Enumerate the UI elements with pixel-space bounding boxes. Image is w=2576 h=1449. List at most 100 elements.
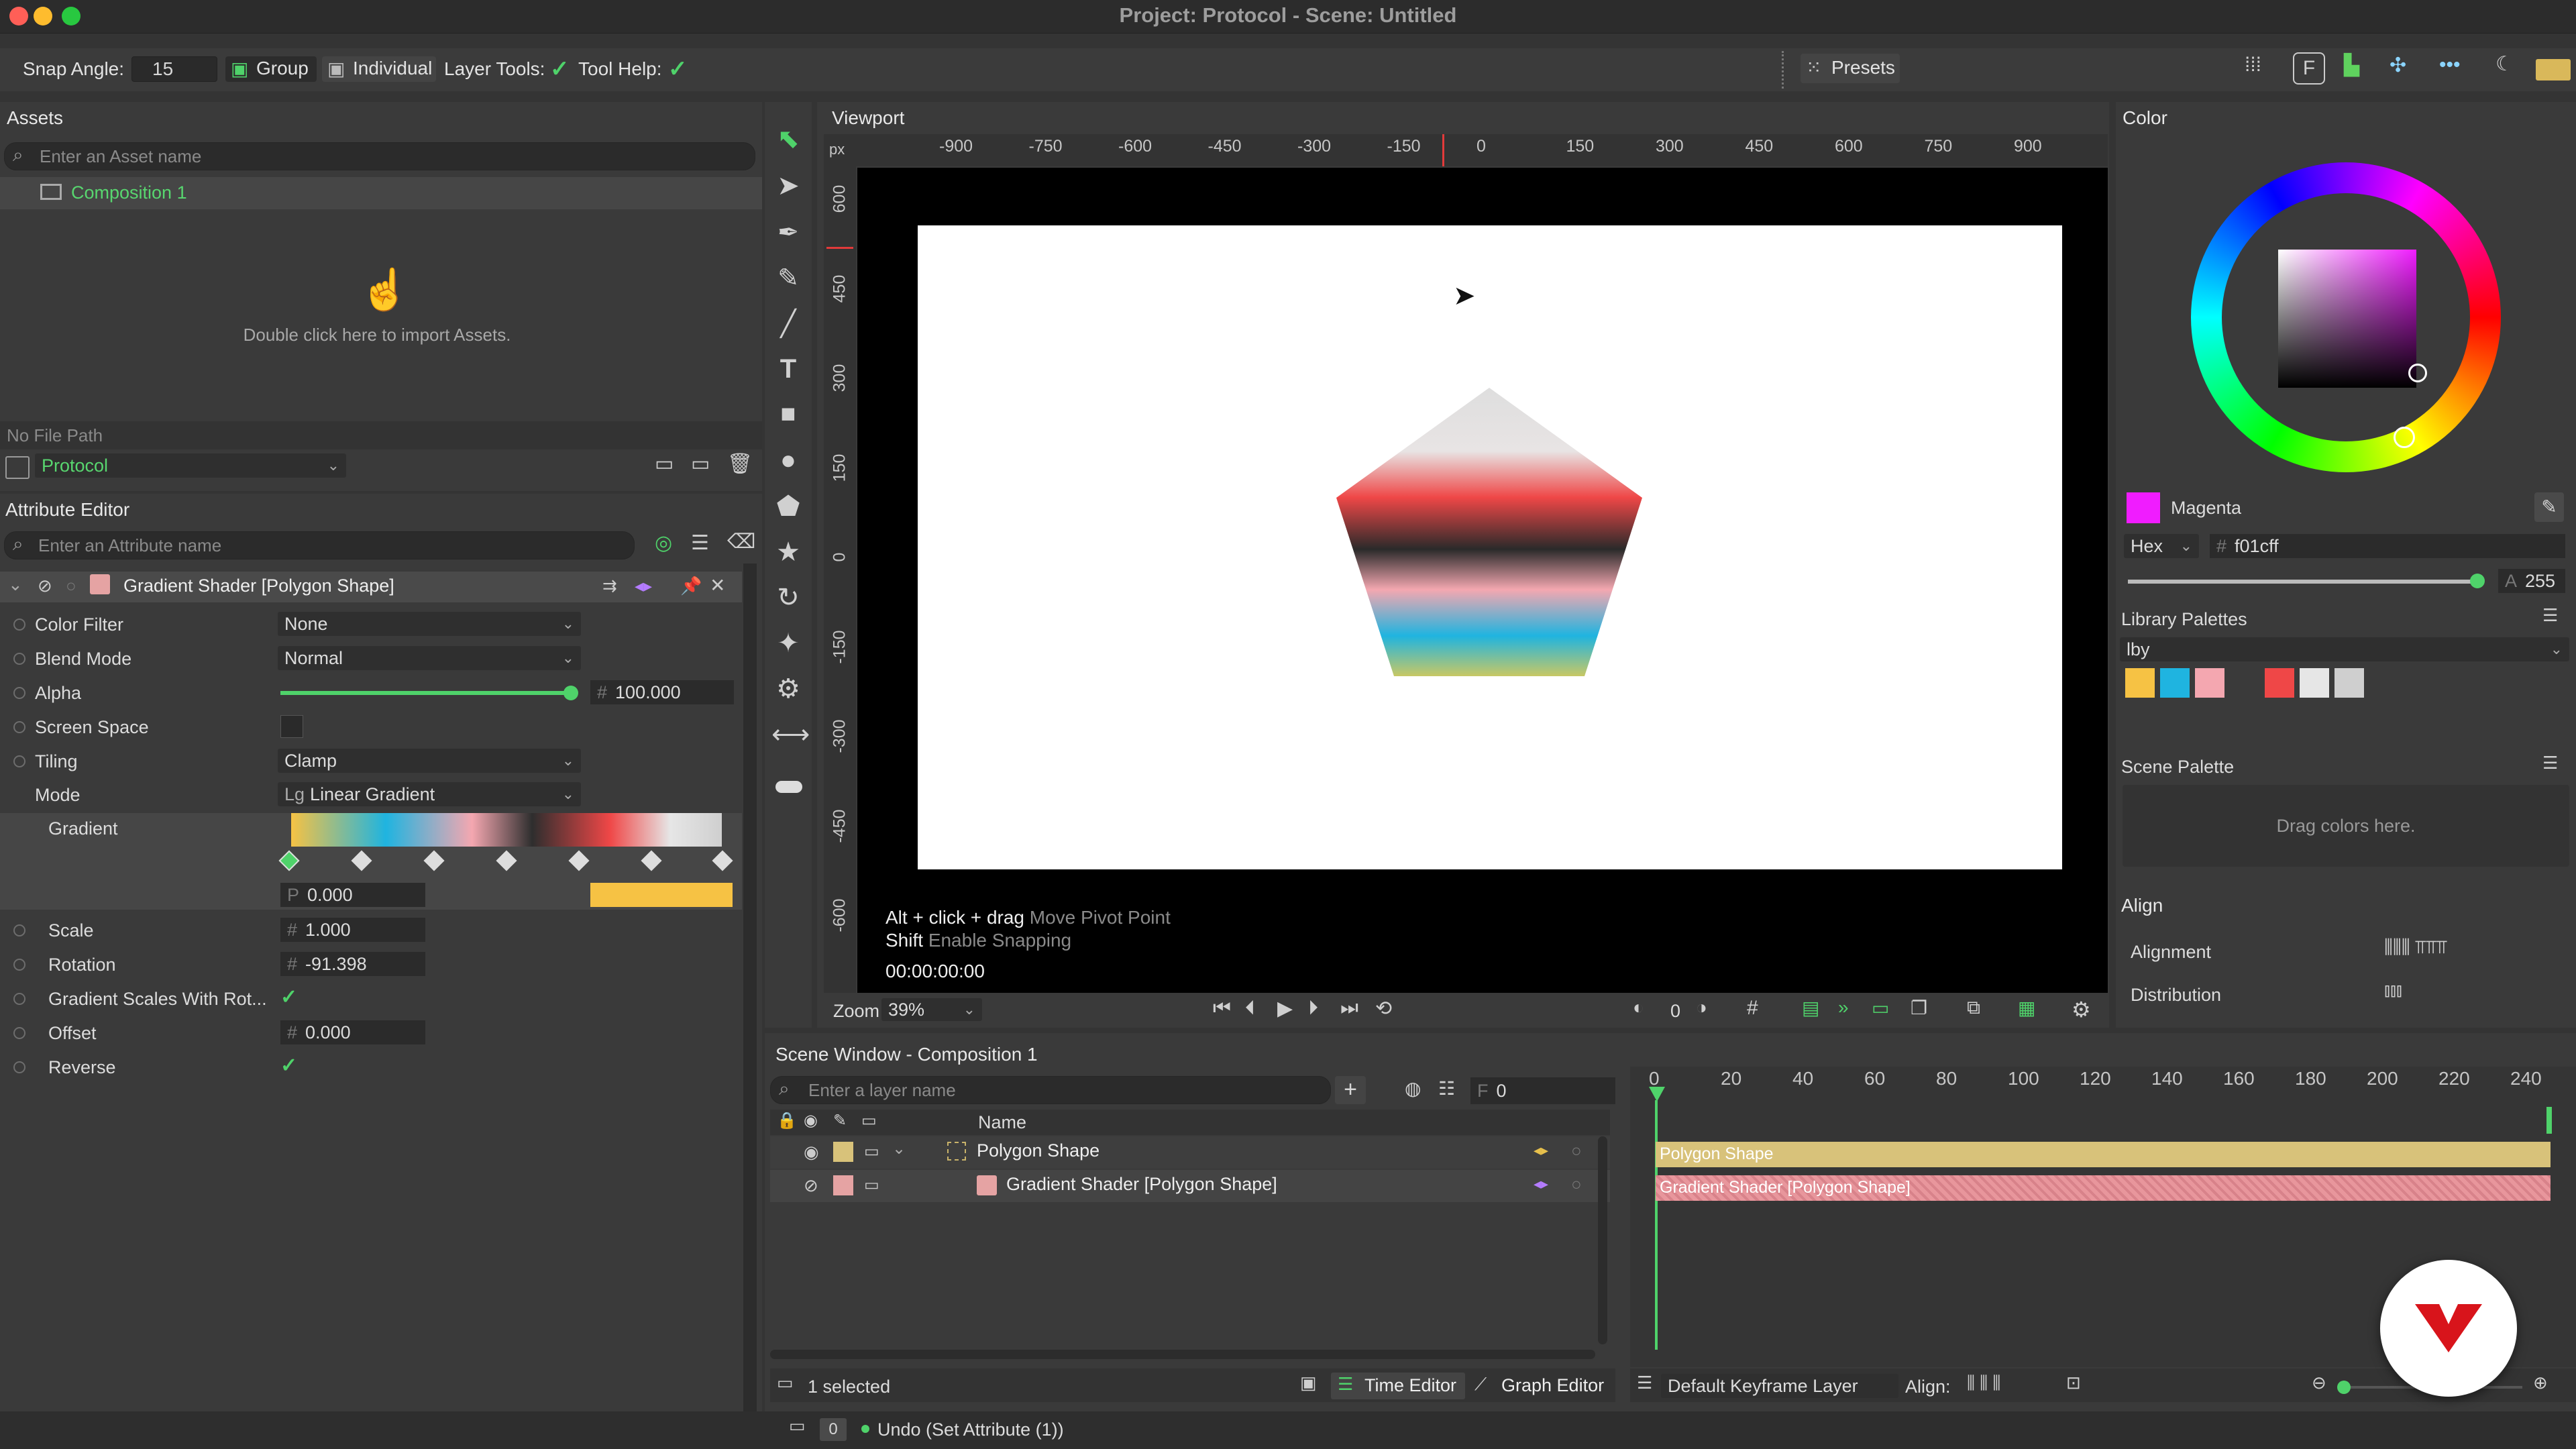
pen-icon[interactable]: ✎ [833,1111,847,1130]
pen-tool-icon[interactable]: ✒ [771,217,805,248]
color-alpha-handle[interactable] [2470,574,2485,588]
solo-icon[interactable]: ○ [1571,1174,1582,1195]
alpha-input[interactable]: #100.000 [590,680,734,704]
rectangle-tool-icon[interactable]: ■ [771,400,805,429]
gradient-stop-handle[interactable] [278,850,300,871]
rotation-input[interactable]: # -91.398 [280,952,425,976]
gradient-stop-handle[interactable] [641,850,662,871]
step-forward-icon[interactable]: ⏵ [1308,997,1318,1020]
alpha-slider-handle[interactable] [564,686,578,700]
zoom-in-icon[interactable]: ⊕ [2533,1373,2548,1393]
step-back-icon[interactable]: ⏴ [1245,997,1255,1020]
onion-skin-icon[interactable]: ◑ [1696,997,1707,1018]
skip-start-icon[interactable]: ⏮ [1213,997,1231,1020]
clear-icon[interactable]: ⌫ [727,530,755,553]
connect-icon[interactable]: ⇉ [602,576,617,596]
capsule-tool-icon[interactable] [775,781,802,793]
fast-forward-icon[interactable]: » [1838,997,1849,1018]
time-editor-tab[interactable]: ☰ Time Editor [1331,1373,1465,1399]
polygon-tool-icon[interactable]: ⬟ [771,491,805,522]
tag-icon[interactable]: ▭ [861,1111,877,1130]
grid-dots-icon[interactable]: ⁞⁞⁞ [2245,54,2261,76]
presets-button[interactable]: ⁙ Presets [1801,54,1900,83]
layer-tools-checkbox[interactable]: ✓ [550,58,570,80]
tool-help-checkbox[interactable]: ✓ [668,58,688,80]
keyframe-dot[interactable] [13,993,25,1005]
trash-icon[interactable]: 🗑 [727,452,753,476]
align-buttons-icon[interactable]: ⫼⫼⫼ ⫪⫪⫪ [2384,936,2447,959]
mode-select[interactable]: Lg Linear Gradient ⌄ [278,782,581,806]
library-swatch[interactable] [2160,668,2190,698]
gradient-stop-handle[interactable] [496,850,517,871]
loop-icon[interactable]: ⟲ [1375,997,1392,1020]
safe-frame-icon[interactable]: ▭ [1872,997,1889,1019]
graph-editor-tab[interactable]: ⟋ Graph Editor [1469,1373,1614,1399]
asset-list-item[interactable]: Composition 1 [0,177,762,209]
align-left-icon[interactable]: ▙ [2344,54,2359,77]
direct-select-tool-icon[interactable]: ➤ [771,170,805,201]
resize-tool-icon[interactable]: ⟷ [771,719,810,750]
pencil-tool-icon[interactable]: ✎ [771,263,805,293]
library-swatch[interactable] [2195,668,2224,698]
play-icon[interactable]: ▶ [1277,997,1293,1020]
distribute-icon[interactable]: ✣ [2390,54,2406,77]
library-select[interactable]: lby ⌄ [2120,637,2569,661]
visibility-icon[interactable]: ⊘ [38,576,52,596]
asset-search-input[interactable]: ⌕ Enter an Asset name [4,142,755,170]
group-toggle[interactable]: ▣ Group [225,56,317,82]
menu-icon[interactable]: ☰ [2542,605,2558,626]
gradient-position-input[interactable]: P 0.000 [280,883,425,907]
gear-tool-icon[interactable]: ⚙ [771,674,805,704]
keyframe-dot[interactable] [13,924,25,936]
snap-angle-input[interactable]: 15 [131,56,217,82]
select-tool-icon[interactable]: ⬉ [771,123,805,154]
visibility-icon[interactable]: ⊘ [804,1175,818,1196]
eyedropper-icon[interactable]: ✎ [2534,492,2564,522]
keyframe-nav-icon[interactable]: ◂▸ [1534,1142,1548,1159]
locate-icon[interactable]: ◎ [655,531,672,555]
offset-input[interactable]: #0.000 [280,1020,425,1044]
keyframe-dot[interactable] [13,619,25,631]
layer-row[interactable]: ◉ ▭ ⌄ Polygon Shape ◂▸ ○ [770,1136,1610,1169]
screen-space-checkbox[interactable] [280,715,303,738]
keyframe-dot[interactable] [13,755,25,767]
gradient-stop-handle[interactable] [712,850,733,871]
gradient-stop-handle[interactable] [423,850,445,871]
scale-input[interactable]: #1.000 [280,918,425,942]
layer-color-tag[interactable] [833,1142,853,1162]
solo-icon[interactable]: ○ [66,576,76,596]
layer-color-tag[interactable] [833,1175,853,1195]
gradient-ramp[interactable] [291,813,722,847]
eye-icon[interactable]: ◉ [804,1142,819,1163]
keyframe-dot[interactable] [13,1061,25,1073]
track-bar-gradient[interactable]: Gradient Shader [Polygon Shape] [1656,1175,2551,1201]
zoom-select[interactable]: 39% ⌄ [881,998,982,1021]
guides-icon[interactable]: ▤ [1802,997,1819,1019]
layer-settings-icon[interactable]: ☷ [1438,1077,1455,1099]
color-alpha-slider[interactable] [2128,574,2485,588]
gradient-stops[interactable] [278,850,733,873]
keyframe-dot[interactable] [13,653,25,665]
project-select[interactable]: Protocol ⌄ [35,453,346,478]
layer-row[interactable]: ⊘ ▭ Gradient Shader [Polygon Shape] ◂▸ ○ [770,1170,1610,1202]
saturation-value-square[interactable] [2278,250,2416,388]
track-bar-polygon[interactable]: Polygon Shape [1656,1142,2551,1167]
end-marker[interactable] [2546,1107,2552,1134]
frame-input[interactable]: F0 [1470,1077,1615,1104]
layer-hscrollbar[interactable] [770,1350,1595,1359]
gradient-scales-checkbox[interactable]: ✓ [280,986,297,1009]
ellipse-tool-icon[interactable]: ● [771,445,805,476]
playhead-line[interactable] [1655,1100,1658,1350]
settings-icon[interactable]: ⚙ [2072,997,2091,1022]
timeline-align-buttons-icon[interactable]: ⫼ ⫼ ⫼ [1967,1373,2000,1394]
current-color-swatch[interactable] [2127,492,2160,523]
star-tool-icon[interactable]: ★ [771,537,805,568]
node-header[interactable]: ⌄ ⊘ ○ Gradient Shader [Polygon Shape] ⇉ … [0,572,742,602]
list-add-icon[interactable]: ☰ [691,531,709,555]
polygon-shape[interactable] [1335,386,1644,679]
distribute-buttons-icon[interactable]: ⫾⫾⫾ [2384,979,2402,1002]
hex-input[interactable]: # f01cff [2210,534,2565,558]
skip-end-icon[interactable]: ⏭ [1340,997,1358,1020]
layer-search-input[interactable]: ⌕ Enter a layer name [770,1076,1331,1104]
color-filter-select[interactable]: None ⌄ [278,612,581,636]
